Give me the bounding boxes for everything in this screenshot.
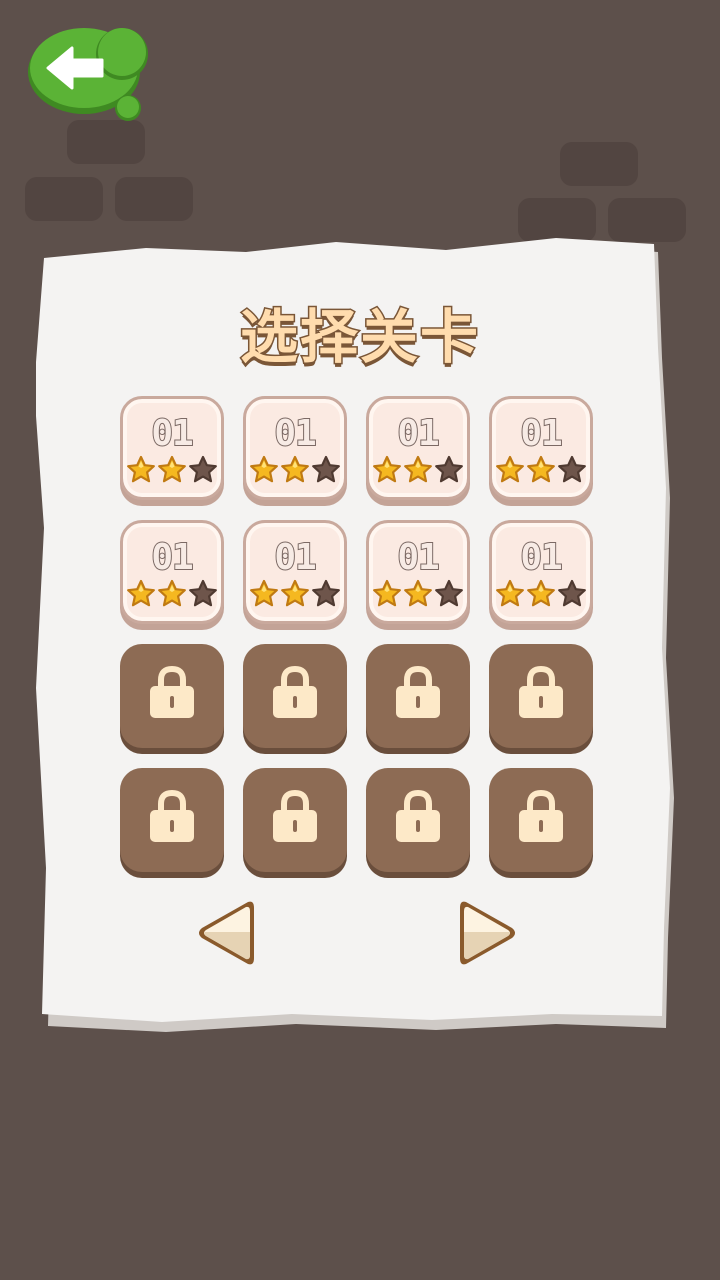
- level-tile[interactable]: 01: [489, 396, 593, 500]
- back-button[interactable]: [26, 22, 150, 122]
- lock-icon: [150, 789, 194, 842]
- level-stars: [123, 579, 221, 609]
- level-tile[interactable]: 01: [243, 396, 347, 500]
- level-tile[interactable]: 01: [489, 520, 593, 624]
- star-empty-icon: [189, 579, 217, 607]
- previous-page-button[interactable]: [194, 896, 258, 970]
- star-filled-icon: [158, 579, 186, 607]
- level-number: 01: [519, 536, 563, 579]
- star-filled-icon: [281, 455, 309, 483]
- star-empty-icon: [558, 579, 586, 607]
- star-filled-icon: [404, 455, 432, 483]
- star-empty-icon: [558, 455, 586, 483]
- level-number: 01: [150, 412, 194, 455]
- level-number: 01: [396, 412, 440, 455]
- star-empty-icon: [435, 579, 463, 607]
- star-filled-icon: [281, 579, 309, 607]
- next-page-button[interactable]: [456, 896, 520, 970]
- level-stars: [369, 455, 467, 485]
- level-tile[interactable]: 01: [366, 396, 470, 500]
- background-brick: [67, 120, 145, 164]
- lock-icon: [396, 665, 440, 718]
- background-brick: [518, 198, 596, 242]
- star-filled-icon: [158, 455, 186, 483]
- level-tile-locked[interactable]: [366, 644, 470, 748]
- background-brick: [115, 177, 193, 221]
- lock-icon: [519, 789, 563, 842]
- level-tile[interactable]: 01: [120, 520, 224, 624]
- level-tile-locked[interactable]: [120, 644, 224, 748]
- level-tile[interactable]: 01: [120, 396, 224, 500]
- star-filled-icon: [373, 579, 401, 607]
- level-tile[interactable]: 01: [366, 520, 470, 624]
- triangle-right-icon: [460, 901, 515, 965]
- arrow-left-icon: [28, 28, 148, 121]
- page-title: 选择关卡: [238, 302, 480, 373]
- lock-icon: [150, 665, 194, 718]
- level-tile-locked[interactable]: [120, 768, 224, 872]
- background-brick: [560, 142, 638, 186]
- star-empty-icon: [312, 579, 340, 607]
- lock-icon: [273, 789, 317, 842]
- level-stars: [246, 579, 344, 609]
- star-filled-icon: [250, 579, 278, 607]
- level-number: 01: [519, 412, 563, 455]
- lock-icon: [273, 665, 317, 718]
- level-tile-locked[interactable]: [243, 768, 347, 872]
- star-filled-icon: [373, 455, 401, 483]
- star-filled-icon: [127, 579, 155, 607]
- star-filled-icon: [496, 579, 524, 607]
- level-stars: [492, 579, 590, 609]
- star-empty-icon: [435, 455, 463, 483]
- level-number: 01: [273, 412, 317, 455]
- triangle-left-icon: [199, 901, 254, 965]
- level-tile-locked[interactable]: [489, 644, 593, 748]
- level-number: 01: [150, 536, 194, 579]
- level-stars: [492, 455, 590, 485]
- star-filled-icon: [527, 579, 555, 607]
- level-number: 01: [273, 536, 317, 579]
- level-stars: [246, 455, 344, 485]
- level-tile-locked[interactable]: [489, 768, 593, 872]
- star-filled-icon: [127, 455, 155, 483]
- level-tile-locked[interactable]: [366, 768, 470, 872]
- background-brick: [25, 177, 103, 221]
- star-filled-icon: [404, 579, 432, 607]
- level-number: 01: [396, 536, 440, 579]
- star-empty-icon: [312, 455, 340, 483]
- star-filled-icon: [250, 455, 278, 483]
- level-stars: [123, 455, 221, 485]
- star-filled-icon: [527, 455, 555, 483]
- lock-icon: [519, 665, 563, 718]
- level-grid: 01 01 01 01 01 01 01 01: [120, 396, 593, 872]
- level-tile-locked[interactable]: [243, 644, 347, 748]
- lock-icon: [396, 789, 440, 842]
- star-empty-icon: [189, 455, 217, 483]
- level-stars: [369, 579, 467, 609]
- star-filled-icon: [496, 455, 524, 483]
- background-brick: [608, 198, 686, 242]
- level-tile[interactable]: 01: [243, 520, 347, 624]
